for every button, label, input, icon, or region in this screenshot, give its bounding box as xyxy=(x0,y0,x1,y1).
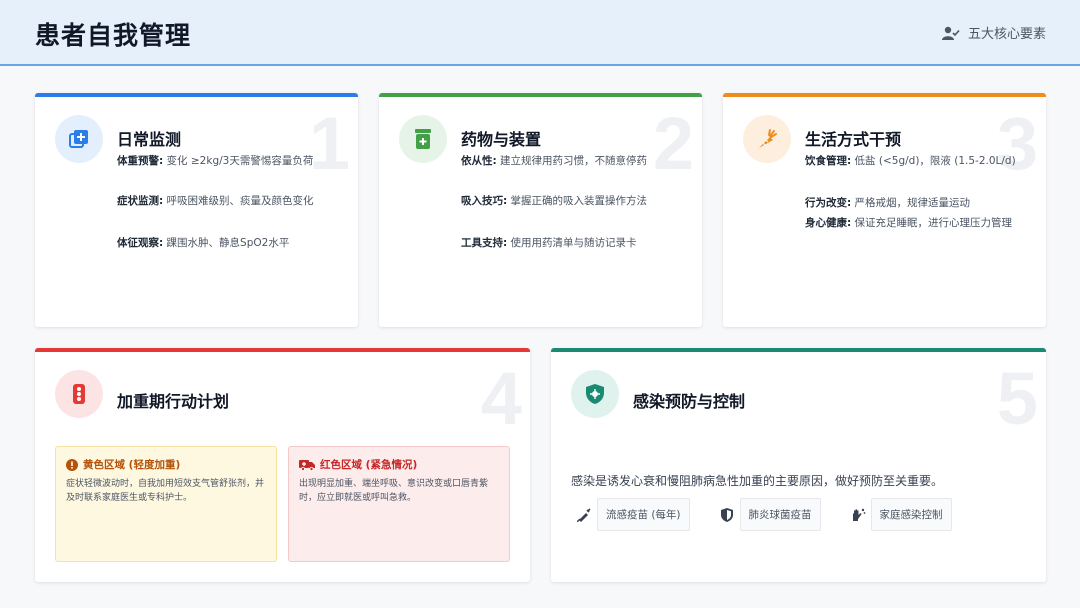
card-number: 2 xyxy=(652,102,694,185)
card-monitoring: 1 日常监测 体重预警: 变化 ≥2kg/3天需警惕容量负荷 症状监测: 呼吸困… xyxy=(35,93,358,327)
syringe-icon xyxy=(577,507,591,522)
card-icon-circle xyxy=(399,115,447,163)
infection-description: 感染是诱发心衰和慢阻肺病急性加重的主要原因，做好预防至关重要。 xyxy=(571,474,944,488)
page-title: 患者自我管理 xyxy=(35,21,192,50)
user-check-icon xyxy=(941,26,960,40)
card-accent-bar xyxy=(379,93,702,97)
header-badge-label: 五大核心要素 xyxy=(967,27,1046,42)
card-accent-bar xyxy=(551,348,1046,352)
card-item: 体征观察: 踝围水肿、静息SpO2水平 xyxy=(117,237,290,249)
medical-plus-icon xyxy=(69,130,88,148)
card-item: 依从性: 建立规律用药习惯，不随意停药 xyxy=(461,155,648,167)
card-icon-circle xyxy=(55,115,103,163)
shield-icon xyxy=(720,507,733,522)
card-accent-bar xyxy=(35,93,358,97)
chip-item: 肺炎球菌疫苗 xyxy=(714,498,821,531)
yellow-zone-text: 症状轻微波动时，自我加用短效支气管舒张剂，并及时联系家庭医生或专科护士。 xyxy=(66,479,265,503)
card-item: 工具支持: 使用用药清单与随访记录卡 xyxy=(461,237,637,249)
pill-bottle-icon xyxy=(415,129,431,149)
red-zone-text: 出现明显加重、端坐呼吸、意识改变或口唇青紫时，应立即就医或呼叫急救。 xyxy=(299,479,489,503)
card-icon-circle xyxy=(571,370,619,418)
exclamation-circle-icon xyxy=(66,458,78,471)
card-title: 加重期行动计划 xyxy=(117,392,230,411)
traffic-light-icon xyxy=(73,384,85,404)
card-title: 感染预防与控制 xyxy=(633,392,746,411)
card-number: 5 xyxy=(996,357,1038,440)
card-icon-circle xyxy=(743,115,791,163)
card-item: 吸入技巧: 掌握正确的吸入装置操作方法 xyxy=(461,195,648,207)
card-accent-bar xyxy=(35,348,530,352)
flu-vaccine-chip: 流感疫苗 (每年) xyxy=(597,498,690,531)
card-title: 生活方式干预 xyxy=(805,130,902,149)
red-zone-title: 红色区域 (紧急情况) xyxy=(299,457,499,472)
card-title: 日常监测 xyxy=(117,130,182,149)
pneumococcal-vaccine-chip: 肺炎球菌疫苗 xyxy=(739,498,821,531)
card-number: 3 xyxy=(996,102,1038,185)
hands-wash-icon xyxy=(852,508,865,521)
card-number: 1 xyxy=(308,102,350,185)
card-infection: 5 感染预防与控制 感染是诱发心衰和慢阻肺病急性加重的主要原因，做好预防至关重要… xyxy=(551,348,1046,582)
card-action-plan: 4 加重期行动计划 黄色区域 (轻度加重) 症状轻微波动时，自我加用短效支气管舒… xyxy=(35,348,530,582)
card-item: 行为改变: 严格戒烟，规律适量运动 xyxy=(805,197,971,209)
card-item: 症状监测: 呼吸困难级别、痰量及颜色变化 xyxy=(117,195,314,207)
card-item: 体重预警: 变化 ≥2kg/3天需警惕容量负荷 xyxy=(117,155,314,167)
card-number: 4 xyxy=(480,357,522,440)
home-infection-control-chip: 家庭感染控制 xyxy=(870,498,952,531)
card-lifestyle: 3 生活方式干预 饮食管理: 低盐 (<5g/d)，限液 (1.5-2.0L/d… xyxy=(723,93,1046,327)
ambulance-icon xyxy=(299,459,315,471)
yellow-zone: 黄色区域 (轻度加重) 症状轻微波动时，自我加用短效支气管舒张剂，并及时联系家庭… xyxy=(55,446,277,562)
card-title: 药物与装置 xyxy=(461,130,542,149)
card-item: 身心健康: 保证充足睡眠，进行心理压力管理 xyxy=(805,217,1013,229)
card-item: 饮食管理: 低盐 (<5g/d)，限液 (1.5-2.0L/d) xyxy=(805,155,1016,167)
shield-virus-icon xyxy=(586,384,604,404)
chip-item: 流感疫苗 (每年) xyxy=(571,498,690,531)
card-icon-circle xyxy=(55,370,103,418)
header-badge: 五大核心要素 xyxy=(941,23,1046,42)
card-accent-bar xyxy=(723,93,1046,97)
carrot-icon xyxy=(759,129,777,148)
page-header: 患者自我管理 五大核心要素 xyxy=(0,0,1080,66)
chip-item: 家庭感染控制 xyxy=(845,498,952,531)
card-medication: 2 药物与装置 依从性: 建立规律用药习惯，不随意停药 吸入技巧: 掌握正确的吸… xyxy=(379,93,702,327)
prevention-chips: 流感疫苗 (每年) 肺炎球菌疫苗 家庭感染控制 xyxy=(571,498,976,531)
yellow-zone-title: 黄色区域 (轻度加重) xyxy=(66,457,266,472)
red-zone: 红色区域 (紧急情况) 出现明显加重、端坐呼吸、意识改变或口唇青紫时，应立即就医… xyxy=(288,446,510,562)
